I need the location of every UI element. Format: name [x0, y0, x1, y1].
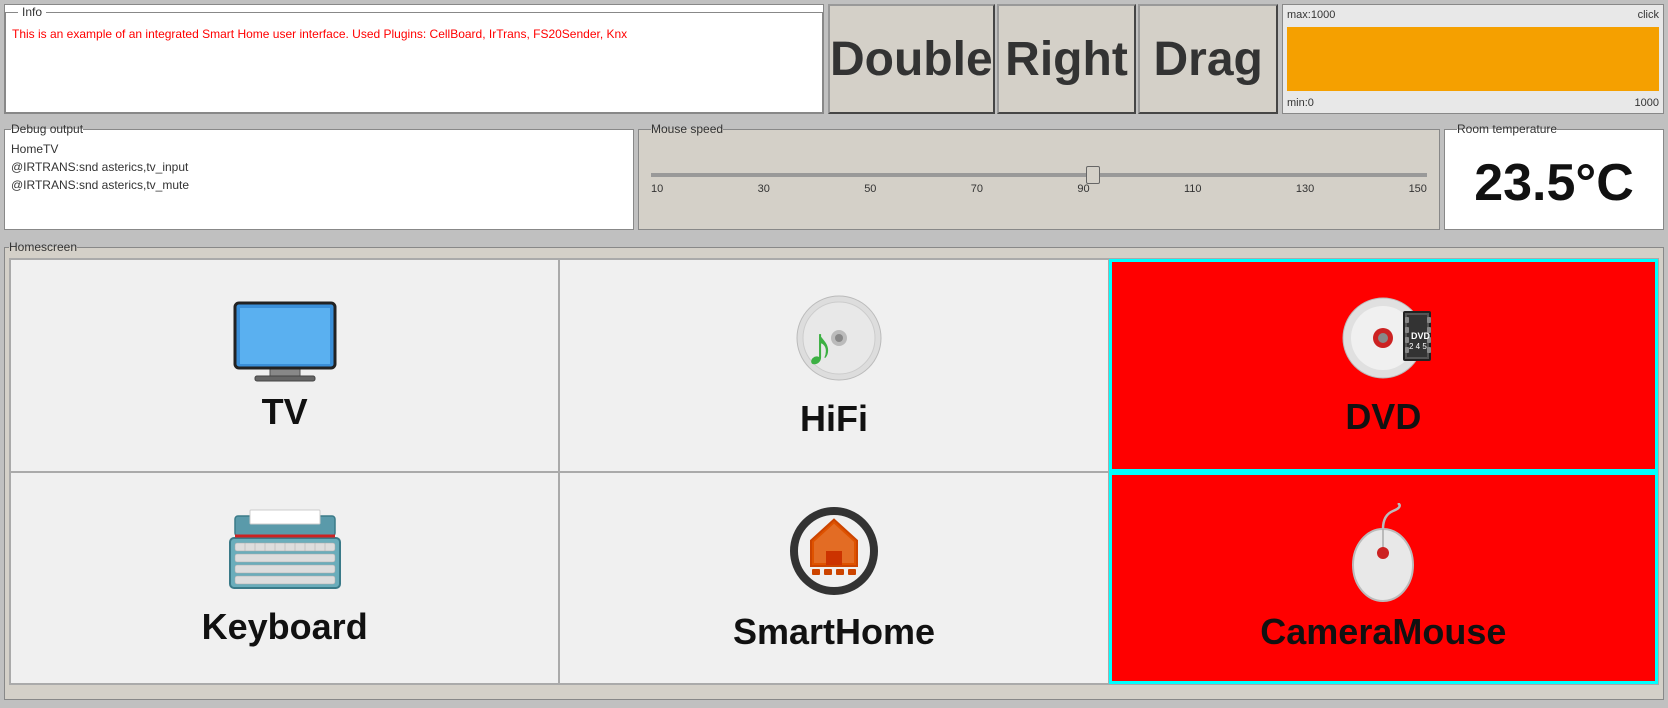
- homescreen-grid: TV ♪ HiFi: [9, 258, 1659, 685]
- right-button[interactable]: Right: [997, 4, 1137, 114]
- grid-cell-hifi[interactable]: ♪ HiFi: [559, 259, 1108, 472]
- grid-cell-dvd[interactable]: DVD 2 4 5 DVD: [1109, 259, 1658, 472]
- hifi-icon: ♪: [784, 290, 884, 390]
- slider-value-panel: max:1000 click min:0 1000: [1282, 4, 1664, 114]
- cameramouse-icon: [1338, 503, 1428, 603]
- info-legend: Info: [18, 5, 46, 19]
- slider-value-num: 1000: [1635, 97, 1659, 109]
- hifi-label: HiFi: [800, 398, 868, 440]
- slider-max-label: max:1000: [1287, 9, 1335, 21]
- speed-label-70: 70: [971, 183, 983, 195]
- dvd-icon: DVD 2 4 5: [1328, 293, 1438, 388]
- speed-label-30: 30: [758, 183, 770, 195]
- mouse-speed-panel: Mouse speed 10 30 50 70 90 110 130 150: [638, 122, 1440, 236]
- smarthome-label: SmartHome: [733, 611, 935, 653]
- debug-legend: Debug output: [11, 122, 83, 136]
- grid-cell-keyboard[interactable]: Keyboard: [10, 472, 559, 685]
- slider-min-label: min:0: [1287, 97, 1314, 109]
- slider-fill: [1287, 27, 1659, 91]
- cameramouse-label: CameraMouse: [1260, 611, 1506, 653]
- grid-cell-cameramouse[interactable]: CameraMouse: [1109, 472, 1658, 685]
- temp-value: 23.5°C: [1474, 153, 1634, 213]
- debug-panel: Debug output HomeTV @IRTRANS:snd asteric…: [4, 122, 634, 236]
- debug-text: HomeTV @IRTRANS:snd asterics,tv_input @I…: [11, 140, 627, 194]
- slider-click-label: click: [1638, 9, 1659, 21]
- keyboard-icon: [225, 508, 345, 598]
- drag-button[interactable]: Drag: [1138, 4, 1278, 114]
- mouse-speed-slider[interactable]: [651, 173, 1427, 177]
- tv-icon: [230, 298, 340, 383]
- info-text: This is an example of an integrated Smar…: [12, 27, 816, 41]
- speed-label-150: 150: [1409, 183, 1427, 195]
- mouse-speed-legend: Mouse speed: [651, 122, 723, 136]
- speed-label-130: 130: [1296, 183, 1314, 195]
- grid-cell-smarthome[interactable]: SmartHome: [559, 472, 1108, 685]
- svg-text:♪: ♪: [806, 315, 834, 377]
- double-button[interactable]: Double: [828, 4, 995, 114]
- speed-label-50: 50: [864, 183, 876, 195]
- svg-text:2 4 5: 2 4 5: [1409, 342, 1427, 351]
- homescreen-panel: Homescreen TV: [0, 238, 1668, 704]
- room-temp-legend: Room temperature: [1457, 122, 1557, 136]
- smarthome-icon: [784, 503, 884, 603]
- speed-label-10: 10: [651, 183, 663, 195]
- homescreen-legend: Homescreen: [9, 240, 77, 254]
- tv-label: TV: [262, 391, 308, 433]
- svg-text:DVD: DVD: [1411, 331, 1431, 341]
- keyboard-label: Keyboard: [202, 606, 368, 648]
- grid-cell-tv[interactable]: TV: [10, 259, 559, 472]
- info-panel: Info This is an example of an integrated…: [4, 4, 824, 114]
- action-buttons: Double Right Drag: [828, 4, 1278, 114]
- room-temp-panel: Room temperature 23.5°C: [1444, 122, 1664, 236]
- speed-label-90: 90: [1077, 183, 1089, 195]
- speed-label-110: 110: [1184, 183, 1202, 195]
- dvd-label: DVD: [1345, 396, 1421, 438]
